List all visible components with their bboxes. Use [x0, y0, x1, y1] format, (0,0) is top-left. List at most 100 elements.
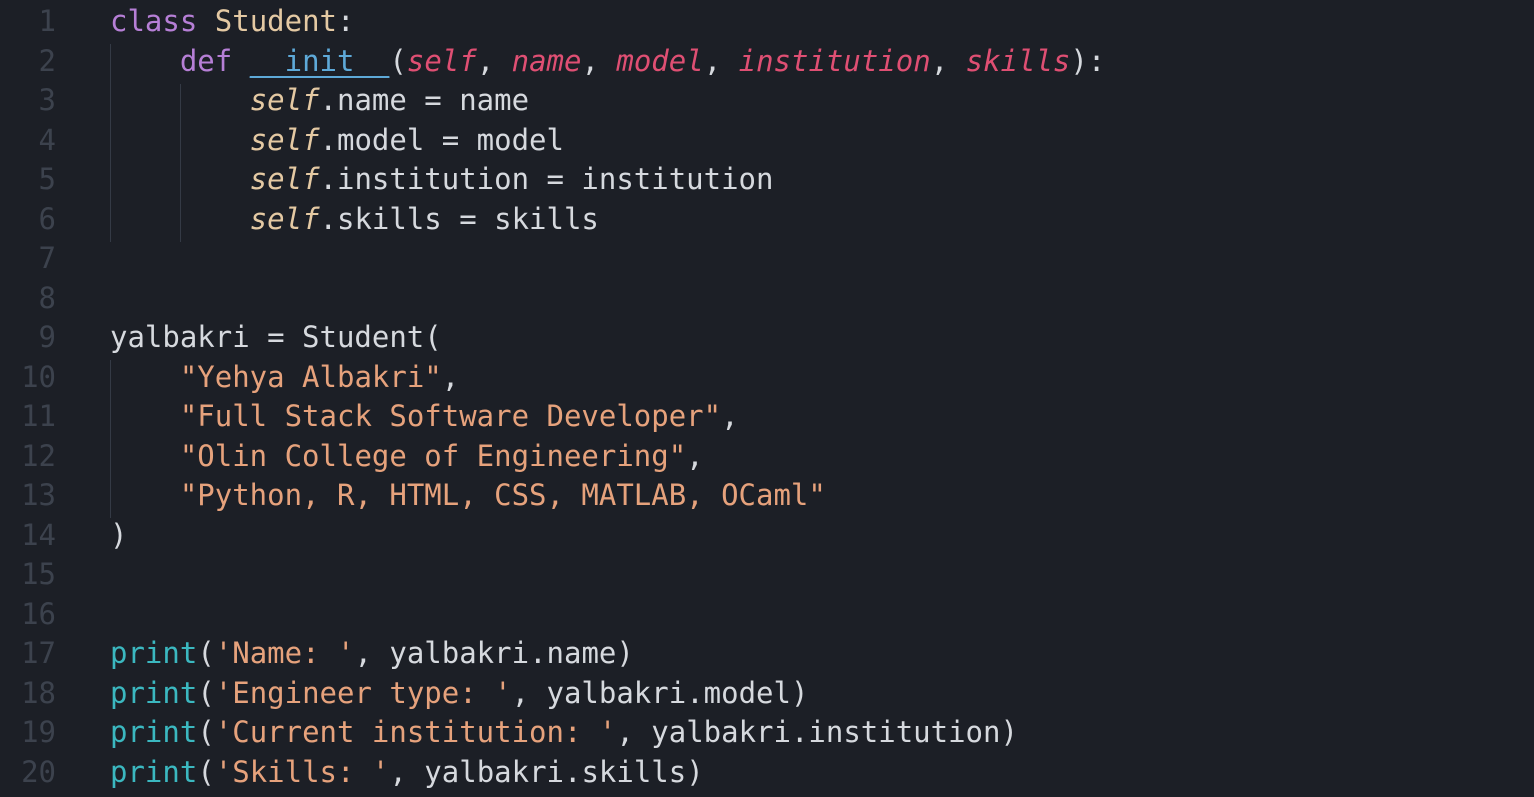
- code-token: "Full Stack Software Developer": [179, 399, 722, 433]
- line-code[interactable]: "Olin College of Engineering",: [110, 437, 704, 477]
- code-line[interactable]: 4 self.model = model: [0, 119, 1534, 159]
- code-token: "Yehya Albakri": [179, 359, 442, 394]
- line-number: 5: [38, 162, 56, 196]
- line-code[interactable]: "Yehya Albakri",: [110, 358, 459, 398]
- code-token: (: [389, 43, 407, 78]
- code-line[interactable]: 13 "Python, R, HTML, CSS, MATLAB, OCaml": [0, 474, 1534, 514]
- code-token: .institution = institution: [319, 162, 774, 196]
- line-code[interactable]: "Full Stack Software Developer",: [110, 397, 739, 437]
- code-token: (: [197, 754, 215, 789]
- code-token: self: [249, 83, 320, 117]
- line-code[interactable]: self.name = name: [110, 81, 529, 121]
- code-token: .model = model: [319, 122, 564, 157]
- line-number: 2: [38, 43, 56, 78]
- line-code[interactable]: "Python, R, HTML, CSS, MATLAB, OCaml": [110, 476, 826, 516]
- code-token: institution: [738, 43, 931, 78]
- line-code[interactable]: self.model = model: [110, 121, 564, 161]
- code-token: ,: [930, 43, 966, 78]
- code-token: ,: [581, 43, 617, 78]
- code-token: , yalbakri.name): [354, 636, 634, 670]
- code-line[interactable]: 11 "Full Stack Software Developer",: [0, 395, 1534, 435]
- code-token: print: [110, 754, 198, 789]
- code-token: "Olin College of Engineering": [179, 438, 687, 473]
- code-token: ,: [441, 359, 460, 394]
- line-number: 13: [21, 478, 56, 512]
- code-token: , yalbakri.model): [511, 675, 809, 710]
- code-line[interactable]: 19 print('Current institution: ', yalbakr…: [0, 711, 1534, 751]
- line-number: 20: [21, 754, 56, 789]
- line-number: 18: [21, 675, 56, 710]
- line-code[interactable]: yalbakri = Student(: [110, 318, 442, 358]
- code-line[interactable]: 14): [0, 514, 1534, 554]
- code-token: ,: [721, 399, 739, 433]
- code-token: yalbakri = Student(: [110, 320, 442, 354]
- code-line[interactable]: 8: [0, 277, 1534, 317]
- line-code[interactable]: class Student:: [110, 2, 354, 42]
- line-number: 8: [38, 280, 56, 315]
- code-token: (: [197, 675, 215, 710]
- line-code[interactable]: ): [110, 516, 127, 556]
- line-number: 9: [38, 320, 56, 354]
- line-number: 16: [21, 596, 56, 631]
- code-token: class: [110, 4, 198, 38]
- code-line[interactable]: 2 def __init__(self, name, model, instit…: [0, 40, 1534, 80]
- line-code[interactable]: def __init__(self, name, model, institut…: [110, 42, 1105, 82]
- code-line[interactable]: 7: [0, 237, 1534, 277]
- line-number: 15: [21, 557, 56, 591]
- code-token: print: [110, 675, 198, 710]
- code-line[interactable]: 9 yalbakri = Student(: [0, 316, 1534, 356]
- code-token: , yalbakri.skills): [389, 754, 704, 789]
- line-number: 3: [38, 83, 56, 117]
- code-token: skills: [965, 43, 1071, 78]
- code-token: , yalbakri.institution): [616, 715, 1018, 749]
- code-token: ,: [686, 438, 704, 473]
- line-number: 7: [38, 241, 56, 275]
- line-code[interactable]: self.skills = skills: [110, 200, 599, 240]
- code-line[interactable]: 6 self.skills = skills: [0, 198, 1534, 238]
- code-line[interactable]: 10 "Yehya Albakri",: [0, 356, 1534, 396]
- code-token: self: [249, 122, 320, 157]
- code-token: 'Current institution: ': [214, 715, 617, 749]
- code-token: ):: [1070, 43, 1106, 78]
- line-code[interactable]: print('Current institution: ', yalbakri.…: [110, 713, 1018, 753]
- code-token: 'Name: ': [214, 636, 355, 670]
- line-code[interactable]: print('Name: ', yalbakri.name): [110, 634, 634, 674]
- code-line[interactable]: 12 "Olin College of Engineering",: [0, 435, 1534, 475]
- code-token: print: [110, 636, 198, 670]
- line-number: 12: [21, 438, 56, 473]
- code-editor[interactable]: 1 class Student: 2 def __init__(self, name…: [0, 0, 1534, 797]
- code-token: self: [406, 43, 477, 78]
- code-line[interactable]: 3 self.name = name: [0, 79, 1534, 119]
- code-token: ): [110, 517, 128, 552]
- code-token: ,: [703, 43, 739, 78]
- code-token: model: [616, 43, 704, 78]
- line-number: 17: [21, 636, 56, 670]
- code-token: Student: [214, 4, 337, 38]
- code-line[interactable]: 1 class Student:: [0, 0, 1534, 40]
- line-number: 11: [21, 399, 56, 433]
- code-token: 'Engineer type: ': [214, 675, 512, 710]
- code-line[interactable]: 18 print('Engineer type: ', yalbakri.mode…: [0, 672, 1534, 712]
- code-token: (: [197, 715, 215, 749]
- code-line[interactable]: 5 self.institution = institution: [0, 158, 1534, 198]
- line-code[interactable]: print('Skills: ', yalbakri.skills): [110, 753, 704, 793]
- code-line[interactable]: 16: [0, 593, 1534, 633]
- line-code[interactable]: self.institution = institution: [110, 160, 774, 200]
- line-code[interactable]: print('Engineer type: ', yalbakri.model): [110, 674, 808, 714]
- code-line[interactable]: 17 print('Name: ', yalbakri.name): [0, 632, 1534, 672]
- line-number: 14: [21, 517, 56, 552]
- line-number: 1: [38, 4, 56, 38]
- code-line[interactable]: 20 print('Skills: ', yalbakri.skills): [0, 751, 1534, 791]
- code-token: .skills = skills: [319, 201, 599, 236]
- code-line[interactable]: 15: [0, 553, 1534, 593]
- line-number: 4: [38, 122, 56, 157]
